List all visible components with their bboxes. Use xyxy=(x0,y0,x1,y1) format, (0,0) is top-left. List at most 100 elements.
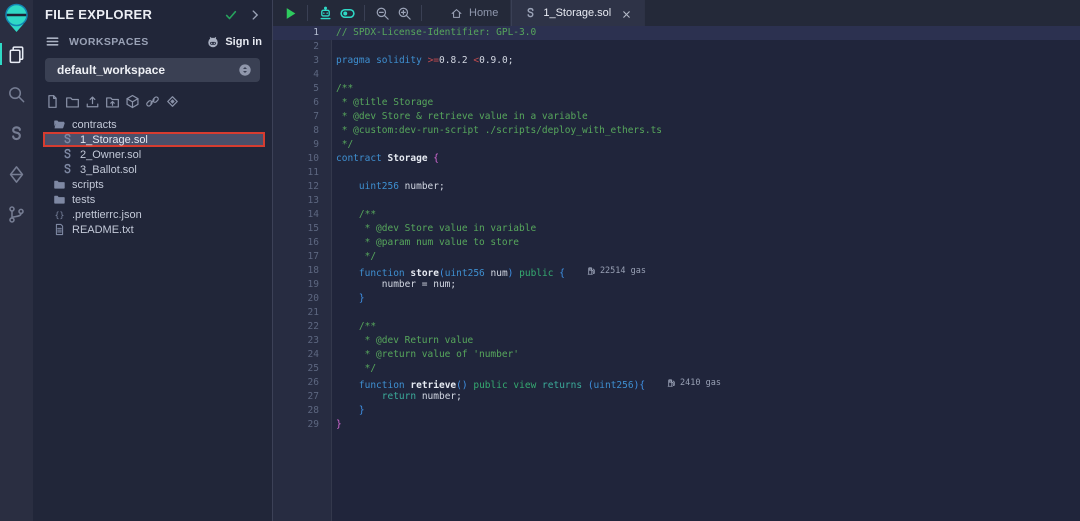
file-tree: contracts 1_Storage.sol2_Owner.sol 3_Ballo… xyxy=(33,117,272,237)
run-script-icon[interactable] xyxy=(279,0,301,26)
code-line[interactable]: 29} xyxy=(273,418,1080,432)
line-number: 7 xyxy=(273,110,331,124)
svg-text:{}: {} xyxy=(55,209,65,219)
editor-toolbar: Home 1_Storage.sol xyxy=(273,0,1080,26)
code-line[interactable]: 5/** xyxy=(273,82,1080,96)
tree-item-label: 3_Ballot.sol xyxy=(80,164,137,176)
cube-icon[interactable] xyxy=(125,94,140,109)
code-line[interactable]: 6 * @title Storage xyxy=(273,96,1080,110)
upload-folder-icon[interactable] xyxy=(105,94,120,109)
solidity-compiler-icon[interactable] xyxy=(0,123,33,145)
tree-item-readme-txt[interactable]: README.txt xyxy=(33,222,272,237)
line-number: 27 xyxy=(273,390,331,404)
line-content: */ xyxy=(331,362,376,376)
code-line[interactable]: 28 } xyxy=(273,404,1080,418)
line-content: */ xyxy=(331,138,353,152)
toolbar-divider xyxy=(364,5,365,21)
code-line[interactable]: 20 } xyxy=(273,292,1080,306)
workspaces-menu-icon[interactable] xyxy=(45,34,60,49)
line-number: 11 xyxy=(273,166,331,180)
tree-item-contracts[interactable]: contracts xyxy=(33,117,272,132)
code-line[interactable]: 18 function store(uint256 num) public {2… xyxy=(273,264,1080,278)
tree-item-prettierrc-json[interactable]: {}.prettierrc.json xyxy=(33,207,272,222)
line-number: 18 xyxy=(273,264,331,278)
line-content xyxy=(331,166,336,180)
tree-item-2-owner-sol[interactable]: 2_Owner.sol xyxy=(33,147,272,162)
deploy-run-icon[interactable] xyxy=(0,163,33,185)
zoom-out-icon[interactable] xyxy=(371,0,393,26)
code-line[interactable]: 13 xyxy=(273,194,1080,208)
tab-home[interactable]: Home xyxy=(438,0,511,26)
code-line[interactable]: 16 * @param num value to store xyxy=(273,236,1080,250)
code-line[interactable]: 26 function retrieve() public view retur… xyxy=(273,376,1080,390)
line-content: contract Storage { xyxy=(331,152,439,166)
code-line[interactable]: 11 xyxy=(273,166,1080,180)
line-content xyxy=(331,306,336,320)
gem-icon[interactable] xyxy=(165,94,180,109)
code-line[interactable]: 9 */ xyxy=(273,138,1080,152)
code-line[interactable]: 12 uint256 number; xyxy=(273,180,1080,194)
line-content: * @dev Store & retrieve value in a varia… xyxy=(331,110,588,124)
line-content: * @title Storage xyxy=(331,96,433,110)
close-tab-icon[interactable] xyxy=(621,8,632,19)
collapse-chevron-icon[interactable] xyxy=(248,8,262,22)
code-line[interactable]: 24 * @return value of 'number' xyxy=(273,348,1080,362)
code-line[interactable]: 4 xyxy=(273,68,1080,82)
tree-item-1-storage-sol[interactable]: 1_Storage.sol xyxy=(43,132,265,147)
line-content: * @return value of 'number' xyxy=(331,348,519,362)
tab-label: 1_Storage.sol xyxy=(543,7,611,19)
tab-1-storage-sol[interactable]: 1_Storage.sol xyxy=(511,0,645,26)
workspace-select[interactable]: default_workspace xyxy=(45,58,260,82)
code-line[interactable]: 2 xyxy=(273,40,1080,54)
line-content: function retrieve() public view returns … xyxy=(331,376,721,390)
gas-estimate: 2410 gas xyxy=(667,376,721,390)
tree-item-label: scripts xyxy=(72,179,104,191)
line-content: function store(uint256 num) public {2251… xyxy=(331,264,646,278)
file-actions-row xyxy=(33,82,272,109)
solidity-icon xyxy=(61,163,74,176)
search-icon[interactable] xyxy=(0,83,33,105)
git-icon[interactable] xyxy=(0,203,33,225)
code-line[interactable]: 25 */ xyxy=(273,362,1080,376)
code-line[interactable]: 7 * @dev Store & retrieve value in a var… xyxy=(273,110,1080,124)
code-line[interactable]: 27 return number; xyxy=(273,390,1080,404)
workspace-selected-value: default_workspace xyxy=(57,63,165,77)
code-line[interactable]: 22 /** xyxy=(273,320,1080,334)
new-file-icon[interactable] xyxy=(45,94,60,109)
line-content: return number; xyxy=(331,390,462,404)
line-number: 14 xyxy=(273,208,331,222)
zoom-in-icon[interactable] xyxy=(393,0,415,26)
line-number: 15 xyxy=(273,222,331,236)
line-content xyxy=(331,40,336,54)
new-folder-icon[interactable] xyxy=(65,94,80,109)
code-line[interactable]: 1// SPDX-License-Identifier: GPL-3.0 xyxy=(273,26,1080,40)
ai-toggle-icon[interactable] xyxy=(336,0,358,26)
code-line[interactable]: 21 xyxy=(273,306,1080,320)
tree-item-3-ballot-sol[interactable]: 3_Ballot.sol xyxy=(33,162,272,177)
workspaces-row: WORKSPACES Sign in xyxy=(33,26,272,55)
check-icon[interactable] xyxy=(224,8,238,22)
code-line[interactable]: 15 * @dev Store value in variable xyxy=(273,222,1080,236)
code-line[interactable]: 17 */ xyxy=(273,250,1080,264)
tree-item-label: README.txt xyxy=(72,224,134,236)
code-line[interactable]: 3pragma solidity >=0.8.2 <0.9.0; xyxy=(273,54,1080,68)
code-line[interactable]: 14 /** xyxy=(273,208,1080,222)
link-icon[interactable] xyxy=(145,94,160,109)
sign-in-button[interactable]: Sign in xyxy=(206,35,262,49)
tree-item-scripts[interactable]: scripts xyxy=(33,177,272,192)
tree-item-label: 1_Storage.sol xyxy=(80,134,148,146)
stepper-icon xyxy=(238,63,252,77)
tree-item-tests[interactable]: tests xyxy=(33,192,272,207)
code-line[interactable]: 23 * @dev Return value xyxy=(273,334,1080,348)
line-number: 9 xyxy=(273,138,331,152)
line-content: * @dev Store value in variable xyxy=(331,222,536,236)
file-explorer-icon[interactable] xyxy=(0,43,33,65)
code-editor[interactable]: 1// SPDX-License-Identifier: GPL-3.023pr… xyxy=(273,26,1080,521)
folder-icon xyxy=(53,178,66,191)
remix-logo[interactable] xyxy=(3,3,30,33)
code-line[interactable]: 8 * @custom:dev-run-script ./scripts/dep… xyxy=(273,124,1080,138)
upload-file-icon[interactable] xyxy=(85,94,100,109)
code-line[interactable]: 19 number = num; xyxy=(273,278,1080,292)
ai-assistant-icon[interactable] xyxy=(314,0,336,26)
code-line[interactable]: 10contract Storage { xyxy=(273,152,1080,166)
